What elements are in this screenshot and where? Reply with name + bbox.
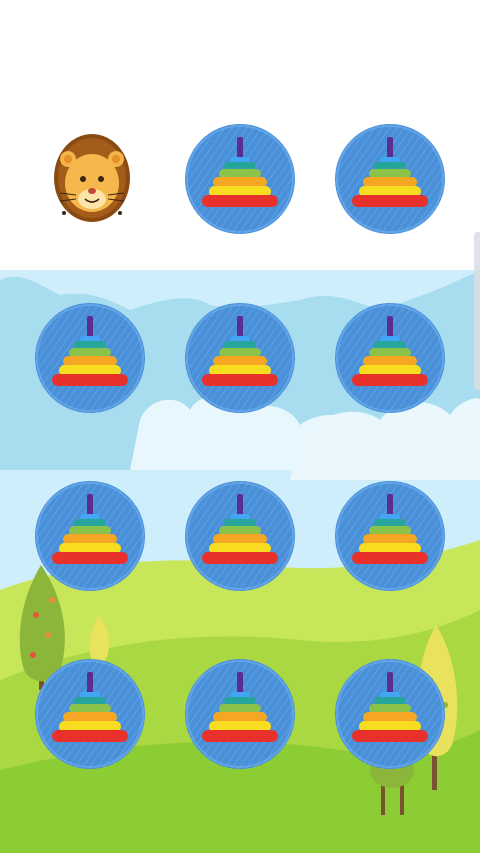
memory-card-hidden[interactable] [334, 658, 446, 770]
memory-card-hidden[interactable] [334, 480, 446, 592]
ring-pyramid-icon [34, 480, 146, 592]
memory-card-hidden[interactable] [34, 302, 146, 414]
memory-card-hidden[interactable] [184, 123, 296, 235]
memory-card-hidden[interactable] [334, 123, 446, 235]
ring-pyramid-icon [334, 480, 446, 592]
lion-icon [48, 123, 160, 235]
ring-pyramid-icon [334, 123, 446, 235]
memory-card-hidden[interactable] [184, 658, 296, 770]
ring-pyramid-icon [184, 302, 296, 414]
memory-card-hidden[interactable] [34, 658, 146, 770]
ring-pyramid-icon [34, 302, 146, 414]
edge-panel-handle[interactable] [474, 232, 480, 390]
ring-pyramid-icon [334, 302, 446, 414]
memory-card-hidden[interactable] [34, 480, 146, 592]
ring-pyramid-icon [34, 658, 146, 770]
ring-pyramid-icon [334, 658, 446, 770]
memory-card-hidden[interactable] [334, 302, 446, 414]
ring-pyramid-icon [184, 123, 296, 235]
memory-card-hidden[interactable] [184, 302, 296, 414]
ring-pyramid-icon [184, 658, 296, 770]
memory-card-hidden[interactable] [184, 480, 296, 592]
ring-pyramid-icon [184, 480, 296, 592]
memory-card-revealed[interactable] [48, 123, 160, 235]
